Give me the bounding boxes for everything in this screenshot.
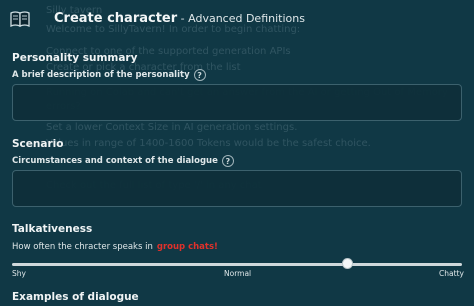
- book-icon: [10, 11, 30, 28]
- tick-normal: Normal: [224, 269, 252, 278]
- group-chats-badge: group chats!: [156, 242, 218, 252]
- personality-textarea[interactable]: [12, 84, 462, 121]
- help-icon[interactable]: ?: [221, 155, 234, 167]
- talkativeness-slider-thumb[interactable]: [341, 258, 353, 269]
- talkativeness-label: How often the chracter speaks in group c…: [12, 242, 218, 252]
- scenario-label: Circumstances and context of the dialogu…: [12, 155, 234, 167]
- advanced-definitions-panel: Create character - Advanced Definitions …: [0, 0, 474, 306]
- examples-heading: Examples of dialogue: [12, 291, 139, 303]
- panel-header: Create character - Advanced Definitions: [0, 0, 474, 42]
- tick-chatty: Chatty: [439, 269, 464, 278]
- scenario-label-text: Circumstances and context of the dialogu…: [12, 156, 218, 166]
- help-icon[interactable]: ?: [193, 69, 206, 81]
- page-title: Create character - Advanced Definitions: [54, 11, 305, 26]
- personality-label-text: A brief description of the personality: [12, 70, 190, 80]
- personality-label: A brief description of the personality ?: [12, 69, 206, 81]
- talkativeness-slider-track[interactable]: [12, 263, 462, 266]
- talkativeness-label-text: How often the chracter speaks in: [12, 242, 153, 252]
- title-main: Create character: [54, 11, 178, 26]
- talkativeness-heading: Talkativeness: [12, 223, 93, 235]
- personality-heading: Personality summary: [12, 52, 138, 64]
- scenario-heading: Scenario: [12, 138, 64, 150]
- tick-shy: Shy: [12, 269, 26, 278]
- scenario-textarea[interactable]: [12, 170, 462, 207]
- title-subtitle: - Advanced Definitions: [177, 12, 305, 25]
